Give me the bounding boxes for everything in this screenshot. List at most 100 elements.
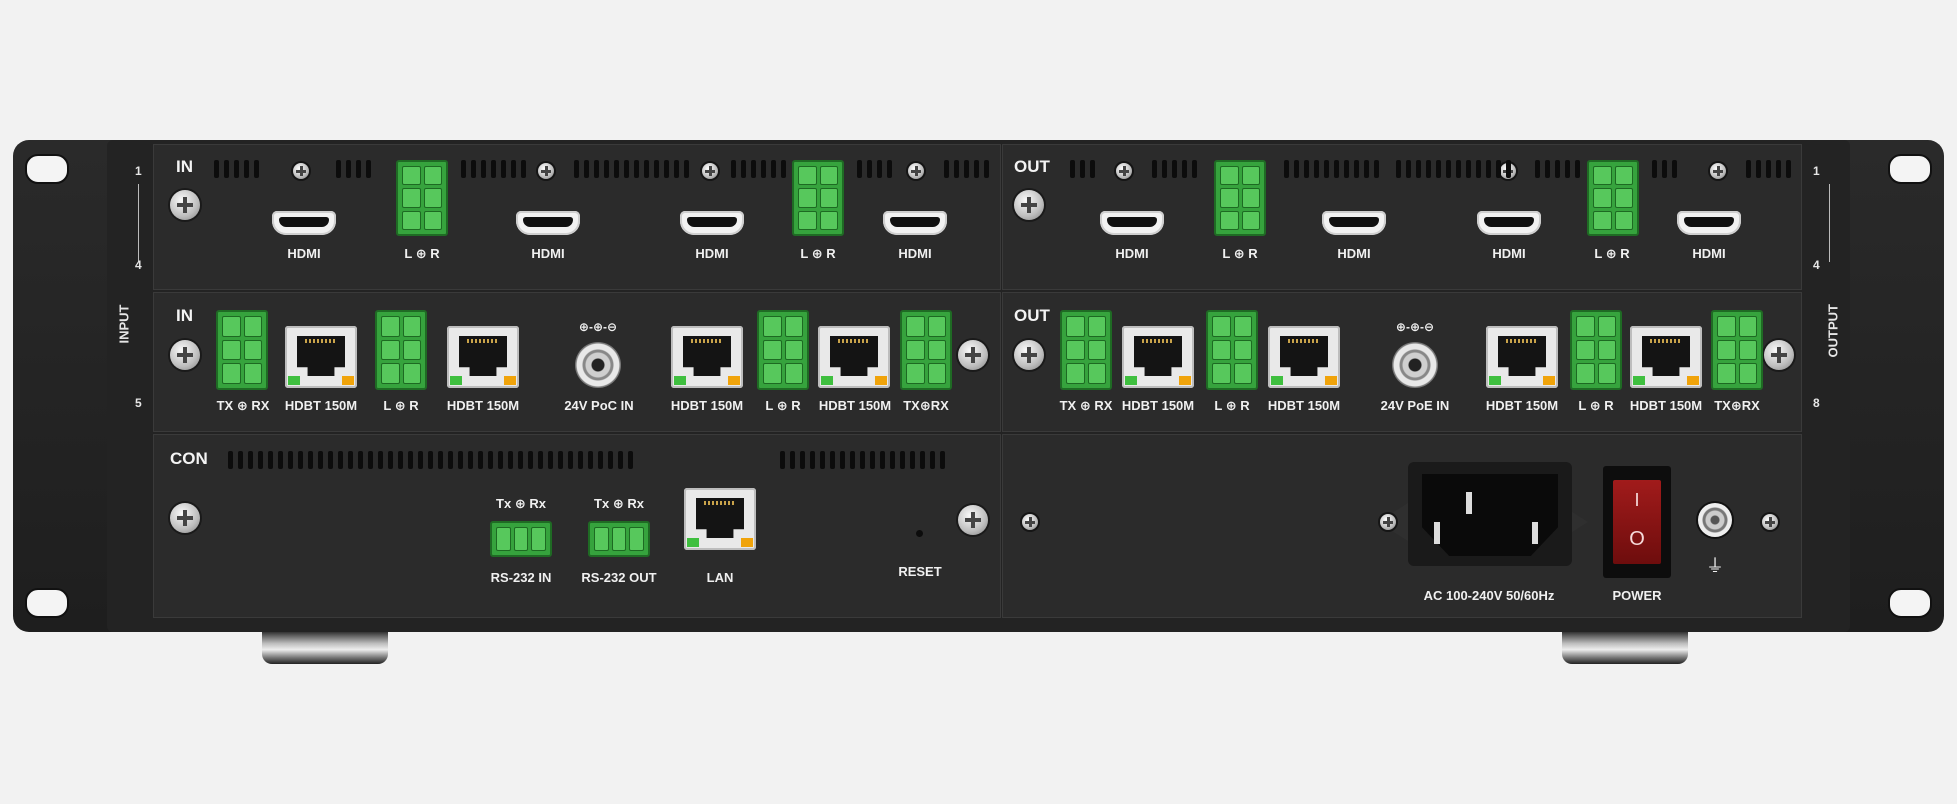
ac-rating-label: AC 100-240V 50/60Hz <box>1423 588 1555 603</box>
port-label: HDBT 150M <box>446 398 520 413</box>
vent-slots <box>336 160 371 178</box>
vent-slots <box>461 160 526 178</box>
hdbt-output-5-port[interactable] <box>1122 326 1194 388</box>
input-range-start: 1 <box>135 164 142 178</box>
port-pinout-label: Tx ⊕ Rx <box>496 496 546 511</box>
vent-slots <box>1396 160 1511 178</box>
port-label: HDMI <box>1492 246 1526 261</box>
input-range-mid: 4 <box>135 258 142 272</box>
module-title: OUT <box>1014 157 1050 176</box>
hdbt-input-5-port[interactable] <box>285 326 357 388</box>
audio-terminal-block[interactable] <box>792 160 844 236</box>
input-side-label: INPUT <box>116 304 132 344</box>
control-terminal-block[interactable] <box>216 310 268 390</box>
port-label: HDBT 150M <box>1267 398 1341 413</box>
switch-on-mark: I <box>1634 490 1640 510</box>
hdbt-input-6-port[interactable] <box>447 326 519 388</box>
power-label: POWER <box>1612 588 1662 603</box>
vent-slots <box>1284 160 1379 178</box>
hdmi-input-4-port[interactable] <box>883 211 947 235</box>
output-side-label: OUTPUT <box>1825 304 1841 358</box>
vent-slots <box>944 160 989 178</box>
port-label: 24V PoC IN <box>564 398 634 413</box>
module-title: IN <box>176 306 193 325</box>
device-foot <box>262 632 388 664</box>
rack-ear-left <box>13 140 117 632</box>
vent-slots <box>1070 160 1095 178</box>
control-terminal-block[interactable] <box>900 310 952 390</box>
port-screw <box>1710 163 1726 179</box>
hdmi-output-2-port[interactable] <box>1322 211 1386 235</box>
control-terminal-block[interactable] <box>1711 310 1763 390</box>
port-screw <box>1116 163 1132 179</box>
port-label: HDBT 150M <box>670 398 744 413</box>
inlet-pin <box>1466 492 1472 514</box>
port-label: TX ⊕ RX <box>216 398 270 413</box>
ground-terminal[interactable] <box>1698 503 1732 537</box>
panel-screw <box>170 190 200 220</box>
port-label: HDMI <box>1692 246 1726 261</box>
port-label: HDBT 150M <box>1485 398 1559 413</box>
vent-slots <box>214 160 259 178</box>
audio-terminal-block[interactable] <box>1214 160 1266 236</box>
rs232-in-terminal[interactable] <box>490 521 552 557</box>
port-label: TX⊕RX <box>903 398 949 413</box>
divider <box>1829 184 1830 262</box>
audio-terminal-block[interactable] <box>396 160 448 236</box>
output-range-mid: 4 <box>1813 258 1820 272</box>
panel-screw <box>1762 514 1778 530</box>
hdbt-output-8-port[interactable] <box>1630 326 1702 388</box>
inlet-screw <box>1380 514 1396 530</box>
hdbt-input-7-port[interactable] <box>671 326 743 388</box>
port-label: L ⊕ R <box>800 246 836 261</box>
audio-terminal-block[interactable] <box>1587 160 1639 236</box>
inlet-pin <box>1532 522 1538 544</box>
audio-terminal-block[interactable] <box>1206 310 1258 390</box>
inlet-pin <box>1434 522 1440 544</box>
ground-icon: ⏚ <box>1706 556 1724 576</box>
dc-polarity-symbol: ⊕-⊕-⊖ <box>578 320 618 334</box>
port-label: RS-232 IN <box>490 570 552 585</box>
hdmi-input-1-port[interactable] <box>272 211 336 235</box>
rs232-out-terminal[interactable] <box>588 521 650 557</box>
audio-terminal-block[interactable] <box>757 310 809 390</box>
lan-port[interactable] <box>684 488 756 550</box>
port-label: 24V PoE IN <box>1380 398 1450 413</box>
reset-button[interactable] <box>916 530 923 537</box>
poc-power-connector[interactable] <box>575 342 621 388</box>
hdmi-output-4-port[interactable] <box>1677 211 1741 235</box>
vent-slots <box>731 160 786 178</box>
divider <box>138 184 139 262</box>
port-label: HDMI <box>1337 246 1371 261</box>
vent-slots <box>1652 160 1677 178</box>
port-label: HDMI <box>287 246 321 261</box>
port-label: L ⊕ R <box>383 398 419 413</box>
vent-slots <box>1152 160 1197 178</box>
hdmi-output-3-port[interactable] <box>1477 211 1541 235</box>
hdbt-output-6-port[interactable] <box>1268 326 1340 388</box>
input-range-end: 5 <box>135 396 142 410</box>
audio-terminal-block[interactable] <box>375 310 427 390</box>
panel-screw <box>958 340 988 370</box>
vent-slots <box>574 160 689 178</box>
hdmi-output-1-port[interactable] <box>1100 211 1164 235</box>
poe-power-connector[interactable] <box>1392 342 1438 388</box>
port-label: HDMI <box>898 246 932 261</box>
vent-slots <box>228 451 633 469</box>
vent-slots <box>857 160 892 178</box>
device-foot <box>1562 632 1688 664</box>
control-terminal-block[interactable] <box>1060 310 1112 390</box>
mount-hole <box>1888 588 1932 618</box>
audio-terminal-block[interactable] <box>1570 310 1622 390</box>
panel-screw <box>1014 190 1044 220</box>
port-label: HDMI <box>531 246 565 261</box>
port-screw <box>702 163 718 179</box>
panel-screw <box>170 340 200 370</box>
hdbt-input-8-port[interactable] <box>818 326 890 388</box>
mount-hole <box>1888 154 1932 184</box>
hdmi-input-3-port[interactable] <box>680 211 744 235</box>
port-label: HDMI <box>695 246 729 261</box>
hdmi-input-2-port[interactable] <box>516 211 580 235</box>
hdbt-output-7-port[interactable] <box>1486 326 1558 388</box>
mount-hole <box>25 154 69 184</box>
